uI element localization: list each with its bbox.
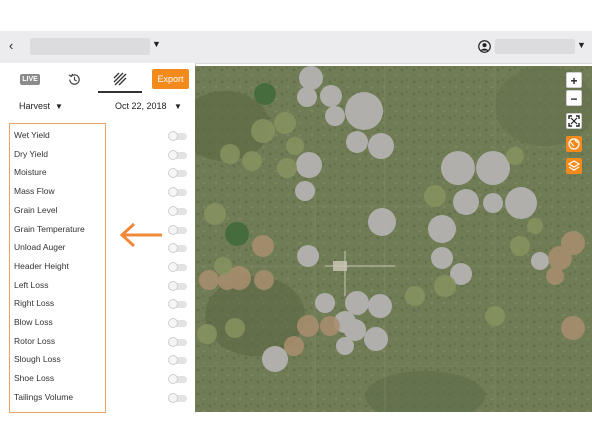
fullscreen-button[interactable] <box>566 113 582 129</box>
globe-button[interactable] <box>566 136 582 152</box>
toggle-knob <box>168 187 178 198</box>
layer-label: Shoe Loss <box>14 373 55 384</box>
toggle-knob <box>168 355 178 366</box>
layer-label: Left Loss <box>14 279 49 290</box>
user-name-blurred[interactable] <box>495 39 575 54</box>
toggle-knob <box>168 336 178 347</box>
layer-label: Wet Yield <box>14 130 50 140</box>
layer-label: Moisture <box>14 167 47 178</box>
zoom-in-button[interactable]: + <box>566 72 582 88</box>
user-circle-icon[interactable] <box>478 40 491 53</box>
fullscreen-icon <box>568 115 580 127</box>
tab-live[interactable]: LIVE <box>20 74 40 85</box>
chevron-left-icon[interactable]: ‹ <box>9 38 13 53</box>
chevron-down-icon[interactable]: ▼ <box>174 102 182 111</box>
chevron-down-icon[interactable]: ▼ <box>577 40 586 50</box>
toggle-knob <box>168 168 178 179</box>
chevron-down-icon[interactable]: ▼ <box>152 39 161 49</box>
layers-button[interactable] <box>566 158 582 174</box>
layer-label: Slough Loss <box>14 354 61 365</box>
chevron-down-icon[interactable]: ▼ <box>55 102 63 111</box>
layer-toggle[interactable] <box>168 355 187 366</box>
layer-label: Dry Yield <box>14 148 49 159</box>
operation-select[interactable]: Harvest <box>19 101 50 111</box>
layer-label: Right Loss <box>14 298 55 309</box>
toggle-knob <box>168 318 178 328</box>
layer-toggle[interactable] <box>168 168 187 179</box>
toggle-knob <box>168 374 178 385</box>
layer-panel: LIVE Export Harvest ▼ Oct 22, 2018 ▼ Wet… <box>0 63 196 413</box>
arrow-left-icon <box>119 222 162 248</box>
toggle-knob <box>168 131 178 141</box>
layer-toggle[interactable] <box>168 299 187 310</box>
layer-label: Blow Loss <box>14 317 53 327</box>
toggle-knob <box>168 243 178 254</box>
toggle-knob <box>168 205 178 216</box>
layer-toggle[interactable] <box>168 280 187 291</box>
layer-toggle[interactable] <box>168 243 187 254</box>
layer-label: Header Height <box>14 260 69 271</box>
layer-label: Unload Auger <box>14 242 66 253</box>
toggle-knob <box>168 392 178 403</box>
export-button[interactable]: Export <box>152 69 189 89</box>
layer-label: Mass Flow <box>14 186 55 197</box>
layer-label: Grain Level <box>14 204 58 215</box>
layer-toggle[interactable] <box>168 374 187 385</box>
date-select[interactable]: Oct 22, 2018 <box>115 101 167 111</box>
layer-toggle[interactable] <box>168 392 187 403</box>
toggle-knob <box>168 280 178 291</box>
layers-icon <box>567 160 581 171</box>
layer-toggle[interactable] <box>168 149 187 160</box>
satellite-map[interactable]: + − <box>195 66 592 412</box>
layer-label: Rotor Loss <box>14 335 56 346</box>
layer-toggle[interactable] <box>168 318 187 328</box>
toggle-knob <box>168 299 178 310</box>
layer-toggle[interactable] <box>168 131 187 141</box>
layer-toggle[interactable] <box>168 187 187 198</box>
toggle-knob <box>168 224 178 235</box>
heatmap-icon[interactable] <box>113 72 127 86</box>
layer-toggle[interactable] <box>168 205 187 216</box>
history-icon[interactable] <box>67 72 82 87</box>
layer-label: Grain Temperature <box>14 223 85 234</box>
layer-toggle[interactable] <box>168 261 187 272</box>
toggle-knob <box>168 261 178 272</box>
field-selector-blurred[interactable] <box>30 38 150 55</box>
globe-icon <box>568 138 580 150</box>
layer-label: Tailings Volume <box>14 391 74 402</box>
top-bar: ‹ ▼ ▼ <box>0 31 592 64</box>
layer-toggle[interactable] <box>168 336 187 347</box>
map-imagery[interactable] <box>195 66 592 412</box>
zoom-out-button[interactable]: − <box>566 90 582 106</box>
layer-toggle[interactable] <box>168 224 187 235</box>
active-tab-indicator <box>98 91 142 93</box>
toggle-knob <box>168 149 178 160</box>
